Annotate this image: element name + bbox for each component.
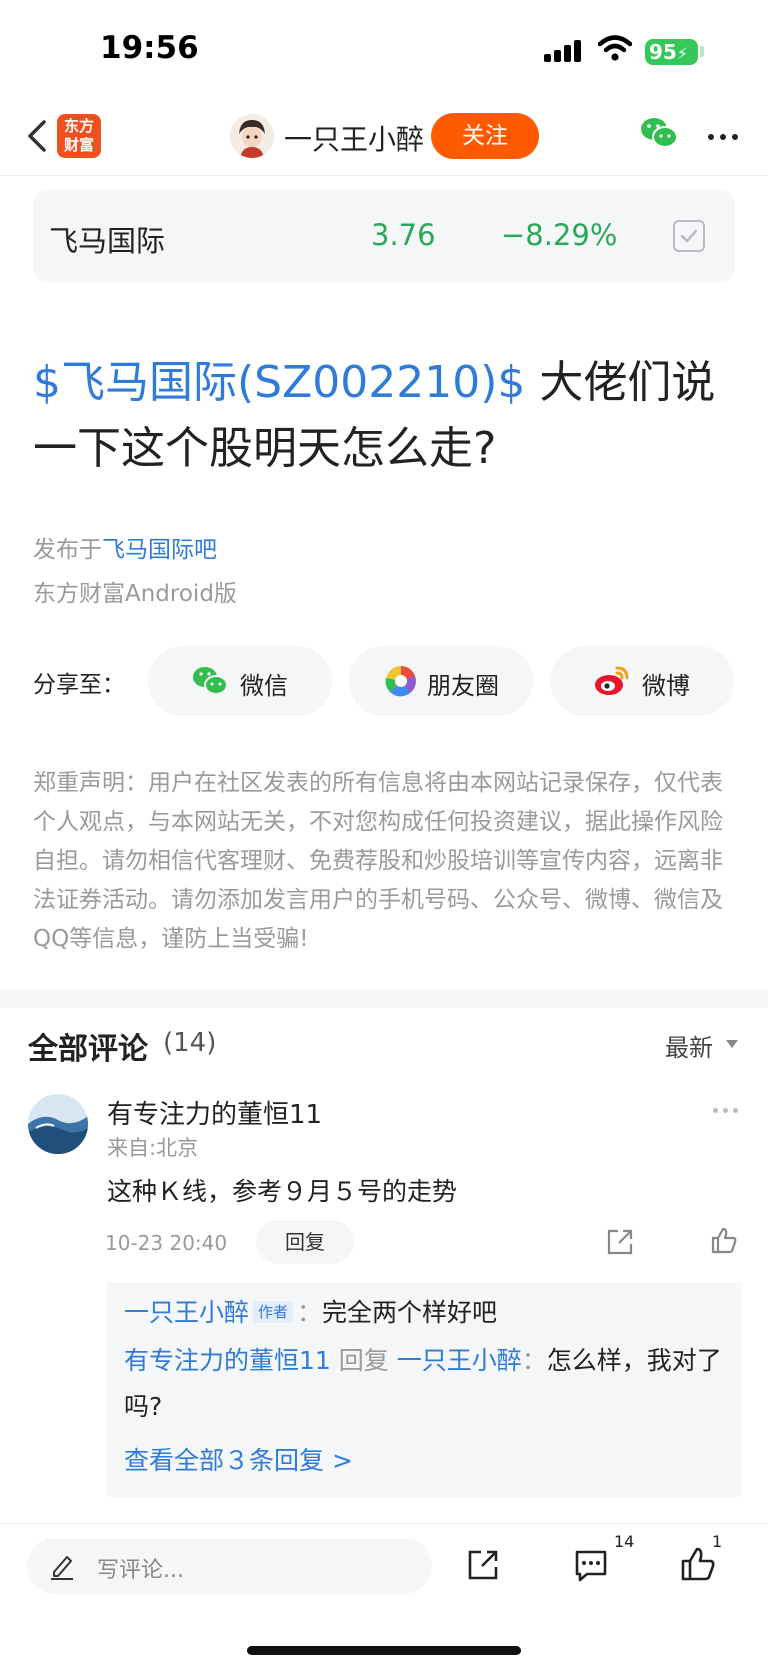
app-logo[interactable]: 东方 财富	[57, 114, 101, 158]
section-divider	[0, 990, 768, 1008]
commenter-location: 来自:北京	[107, 1136, 199, 1160]
comments-count: (14)	[163, 1028, 217, 1058]
commenter-name[interactable]: 有专注力的董恒11	[107, 1094, 322, 1131]
stock-card[interactable]: 飞马国际 3.76 −8.29%	[33, 190, 735, 282]
comment-text: 这种Ｋ线，参考９月５号的走势	[107, 1177, 458, 1206]
signal-icon	[544, 40, 581, 62]
share-moments-button[interactable]: 朋友圈	[349, 646, 533, 716]
post-forum-line: 发布于飞马国际吧	[33, 530, 217, 564]
top-nav: 东方 财富 一只王小醉 关注	[0, 100, 768, 176]
comment-placeholder: 写评论...	[97, 1558, 184, 1583]
battery-level: 95	[649, 40, 677, 64]
share-weibo-label: 微博	[642, 672, 690, 700]
published-prefix: 发布于	[33, 537, 102, 563]
post-source: 东方财富Android版	[33, 581, 237, 607]
home-indicator[interactable]	[247, 1646, 521, 1655]
reply-text: 完全两个样好吧	[322, 1298, 498, 1327]
comments-title: 全部评论	[28, 1032, 148, 1067]
forum-link[interactable]: 飞马国际吧	[102, 537, 217, 563]
comment-input[interactable]: 写评论...	[27, 1538, 432, 1594]
share-moments-label: 朋友圈	[427, 672, 499, 700]
bottom-bar: 写评论... 14 1	[0, 1523, 768, 1665]
pencil-icon	[51, 1556, 73, 1580]
watchlist-checkbox[interactable]	[673, 220, 705, 252]
share-weibo-button[interactable]: 微博	[550, 646, 734, 716]
status-bar: 19:56 95⚡	[0, 0, 768, 100]
comment-datetime: 10-23 20:40	[105, 1231, 228, 1255]
back-icon[interactable]	[22, 116, 52, 156]
share-icon[interactable]	[466, 1548, 500, 1582]
reply-item[interactable]: 一只王小醉 作者 ：完全两个样好吧	[124, 1290, 728, 1336]
comment-count-badge: 14	[614, 1532, 635, 1551]
caret-down-icon[interactable]	[726, 1040, 738, 1048]
wechat-icon	[193, 667, 228, 695]
like-icon[interactable]	[710, 1226, 738, 1254]
wifi-icon	[598, 35, 632, 61]
reply-separator: ：	[297, 1298, 323, 1327]
battery-tip	[700, 46, 704, 57]
weibo-icon	[595, 666, 629, 695]
author-badge: 作者	[253, 1301, 294, 1323]
follow-button[interactable]: 关注	[431, 113, 539, 159]
stock-change: −8.29%	[501, 218, 618, 252]
disclaimer: 郑重声明：用户在社区发表的所有信息将由本网站记录保存，仅代表个人观点，与本网站无…	[33, 770, 723, 952]
author-avatar[interactable]	[230, 114, 274, 158]
reply-target[interactable]: 一只王小醉	[397, 1346, 522, 1375]
share-icon[interactable]	[606, 1228, 634, 1256]
post-title: $飞马国际(SZ002210)$ 大佬们说一下这个股明天怎么走?	[33, 350, 738, 482]
commenter-avatar[interactable]	[28, 1094, 88, 1154]
stock-tag-link[interactable]: $飞马国际(SZ002210)$	[33, 357, 525, 408]
more-icon[interactable]	[708, 134, 738, 142]
moments-icon	[385, 666, 416, 697]
reply-to-label: 回复	[330, 1346, 397, 1375]
like-icon[interactable]	[680, 1546, 716, 1582]
stock-price: 3.76	[371, 218, 436, 252]
sort-dropdown[interactable]: 最新	[665, 1028, 713, 1063]
reply-author[interactable]: 有专注力的董恒11	[124, 1346, 331, 1375]
share-label: 分享至：	[33, 672, 125, 698]
reply-separator: ：	[521, 1346, 547, 1375]
battery-indicator: 95⚡	[645, 39, 698, 65]
share-wechat-label: 微信	[240, 672, 288, 700]
comment-more-icon[interactable]	[713, 1108, 739, 1114]
wechat-icon[interactable]	[640, 116, 678, 150]
like-count-badge: 1	[712, 1532, 723, 1551]
reply-author[interactable]: 一只王小醉	[124, 1298, 249, 1327]
stock-name: 飞马国际	[49, 224, 166, 258]
author-name[interactable]: 一只王小醉	[284, 118, 424, 158]
check-icon	[680, 229, 698, 243]
reply-thread: 一只王小醉 作者 ：完全两个样好吧 有专注力的董恒11 回复 一只王小醉：怎么样，我…	[106, 1282, 742, 1497]
reply-item[interactable]: 有专注力的董恒11 回复 一只王小醉：怎么样，我对了吗?	[124, 1338, 728, 1430]
reply-button[interactable]: 回复	[256, 1220, 354, 1264]
view-all-replies-link[interactable]: 查看全部３条回复 >	[124, 1441, 353, 1477]
comment-icon[interactable]	[573, 1548, 609, 1584]
status-time: 19:56	[100, 30, 199, 66]
share-wechat-button[interactable]: 微信	[148, 646, 332, 716]
